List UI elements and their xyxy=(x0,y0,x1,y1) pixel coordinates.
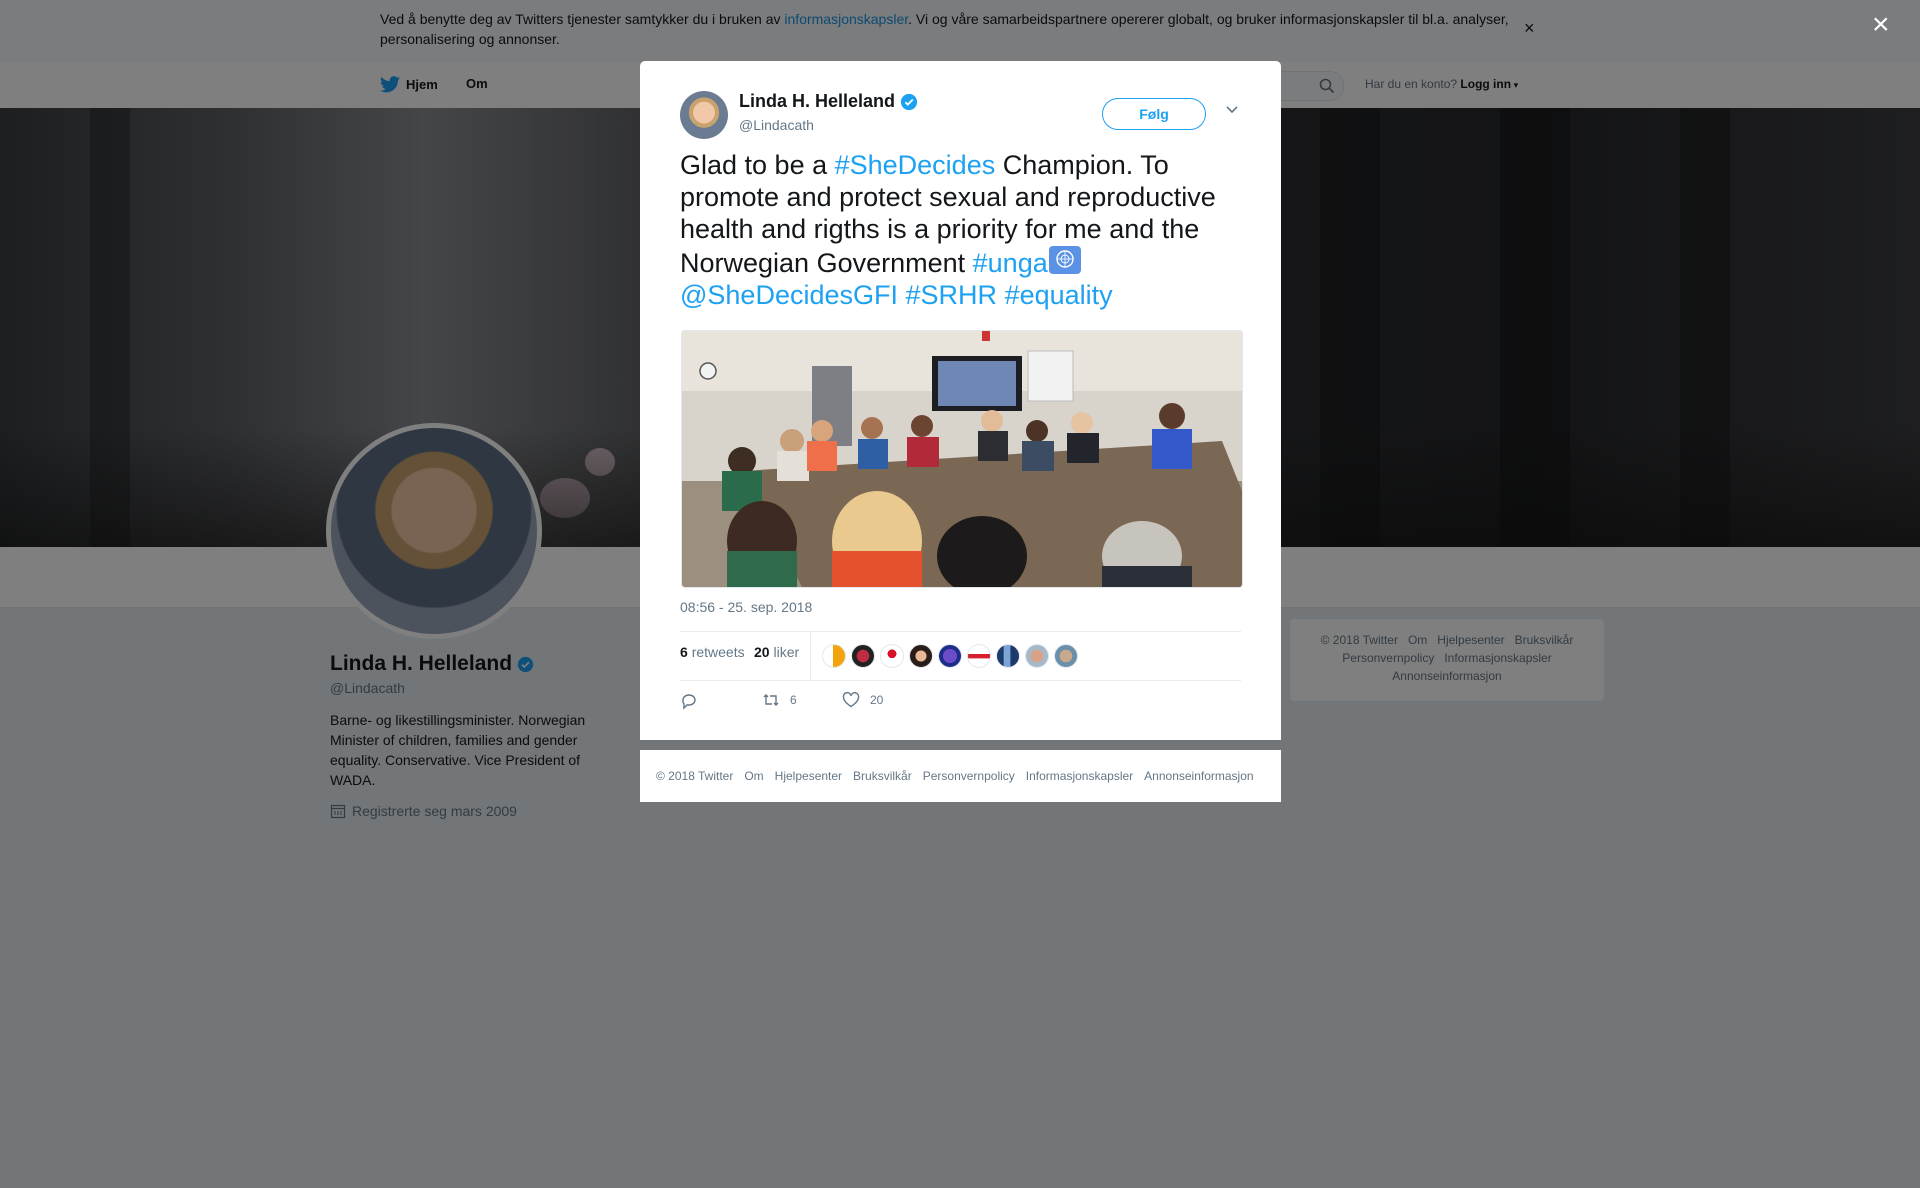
modal-footer-about[interactable]: Om xyxy=(744,769,763,783)
tweet-author-name-text[interactable]: Linda H. Helleland xyxy=(739,91,895,112)
tweet-timestamp[interactable]: 08:56 - 25. sep. 2018 xyxy=(680,599,812,615)
hashtag-link[interactable]: #unga xyxy=(973,248,1048,278)
retweets-count: 6 xyxy=(680,644,688,660)
heart-icon xyxy=(842,692,860,708)
tweet-modal: Linda H. Helleland @Lindacath Følg Glad … xyxy=(640,61,1281,740)
modal-footer-privacy[interactable]: Personvernpolicy xyxy=(923,769,1015,783)
follow-button[interactable]: Følg xyxy=(1102,98,1206,130)
tweet-text-part: Glad to be a xyxy=(680,150,835,180)
tweet-author-name[interactable]: Linda H. Helleland xyxy=(739,91,918,112)
retweet-button[interactable]: 6 xyxy=(762,692,797,708)
liker-avatar[interactable] xyxy=(851,644,875,668)
reply-icon xyxy=(682,694,696,710)
meeting-room-photo xyxy=(682,331,1242,587)
likes-label: liker xyxy=(773,644,800,660)
liker-avatar[interactable] xyxy=(938,644,962,668)
tweet-text: Glad to be a #SheDecides Champion. To pr… xyxy=(680,149,1245,311)
hashtag-link[interactable]: #equality xyxy=(1005,280,1113,310)
tweet-stats: 6 retweets 20 liker xyxy=(680,631,1241,681)
liker-avatar[interactable] xyxy=(996,644,1020,668)
liker-avatar[interactable] xyxy=(880,644,904,668)
hashtag-link[interactable]: #SRHR xyxy=(906,280,998,310)
tweet-author-handle[interactable]: @Lindacath xyxy=(739,117,814,133)
modal-footer-terms[interactable]: Bruksvilkår xyxy=(853,769,912,783)
likers-avatars xyxy=(822,644,1078,668)
liker-avatar[interactable] xyxy=(822,644,846,668)
chevron-down-icon[interactable] xyxy=(1225,105,1239,115)
retweet-icon xyxy=(763,694,779,706)
liker-avatar[interactable] xyxy=(909,644,933,668)
verified-badge-icon xyxy=(900,93,918,110)
un-flag-emoji-icon xyxy=(1048,246,1081,274)
tweet-author-avatar[interactable] xyxy=(680,91,728,139)
liker-avatar[interactable] xyxy=(967,644,991,668)
retweets-label: retweets xyxy=(691,644,745,660)
like-count: 20 xyxy=(870,693,884,707)
modal-footer: © 2018 Twitter Om Hjelpesenter Bruksvilkår P… xyxy=(640,750,1281,802)
stats-divider xyxy=(810,632,811,680)
overlay-close-button[interactable]: × xyxy=(1872,10,1890,40)
retweets-stat[interactable]: 6 retweets xyxy=(680,644,745,660)
mention-link[interactable]: @SheDecidesGFI xyxy=(680,280,898,310)
tweet-photo[interactable] xyxy=(681,330,1243,588)
likes-stat[interactable]: 20 liker xyxy=(754,644,799,660)
modal-footer-cookies[interactable]: Informasjonskapsler xyxy=(1026,769,1133,783)
modal-footer-ads-info[interactable]: Annonseinformasjon xyxy=(1144,769,1253,783)
like-button[interactable]: 20 xyxy=(842,692,883,708)
likes-count: 20 xyxy=(754,644,770,660)
liker-avatar[interactable] xyxy=(1025,644,1049,668)
liker-avatar[interactable] xyxy=(1054,644,1078,668)
reply-button[interactable] xyxy=(680,692,698,710)
retweet-count: 6 xyxy=(790,693,797,707)
modal-footer-help[interactable]: Hjelpesenter xyxy=(775,769,842,783)
hashtag-link[interactable]: #SheDecides xyxy=(835,150,996,180)
modal-footer-copyright: © 2018 Twitter xyxy=(656,769,734,783)
